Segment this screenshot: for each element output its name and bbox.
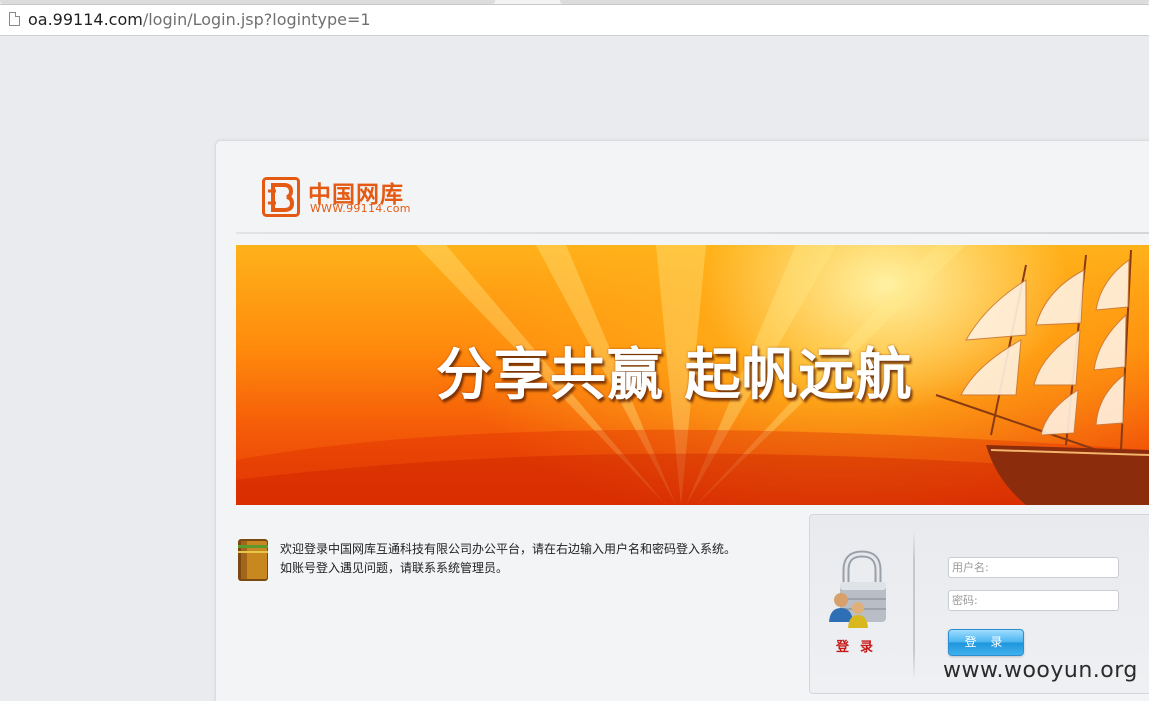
browser-tab[interactable] bbox=[560, 0, 1149, 4]
url-text[interactable]: oa.99114.com/login/Login.jsp?logintype=1 bbox=[28, 10, 371, 30]
welcome-message: 欢迎登录中国网库互通科技有限公司办公平台，请在右边输入用户名和密码登入系统。 如… bbox=[280, 540, 736, 578]
login-box-divider bbox=[913, 530, 915, 680]
browser-tab[interactable] bbox=[0, 0, 495, 4]
banner-slogan: 分享共赢 起帆远航 bbox=[436, 343, 913, 408]
lock-users-icon bbox=[829, 550, 886, 628]
hero-banner: 分享共赢 起帆远航 bbox=[236, 245, 1149, 505]
address-bar[interactable]: oa.99114.com/login/Login.jsp?logintype=1 bbox=[0, 5, 1149, 36]
password-input[interactable] bbox=[948, 590, 1119, 611]
page-icon bbox=[9, 12, 20, 26]
watermark: www.wooyun.org bbox=[943, 658, 1138, 683]
login-caption: 登录 bbox=[836, 640, 885, 655]
username-input[interactable] bbox=[948, 557, 1119, 578]
sailing-ship-graphic bbox=[935, 249, 1149, 505]
login-button[interactable]: 登 录 bbox=[948, 629, 1024, 656]
logo-b-icon bbox=[262, 177, 300, 217]
logo-site: WWW.99114.com bbox=[310, 202, 411, 215]
welcome-line-1: 欢迎登录中国网库互通科技有限公司办公平台，请在右边输入用户名和密码登入系统。 bbox=[280, 542, 737, 556]
book-icon bbox=[238, 539, 268, 581]
welcome-line-2: 如账号登入遇见问题，请联系系统管理员。 bbox=[280, 561, 509, 575]
header-divider bbox=[236, 232, 1149, 234]
url-path: /login/Login.jsp?logintype=1 bbox=[142, 10, 371, 29]
url-host: oa.99114.com bbox=[28, 10, 143, 29]
company-logo: 中国网库 WWW.99114.com bbox=[262, 175, 422, 219]
